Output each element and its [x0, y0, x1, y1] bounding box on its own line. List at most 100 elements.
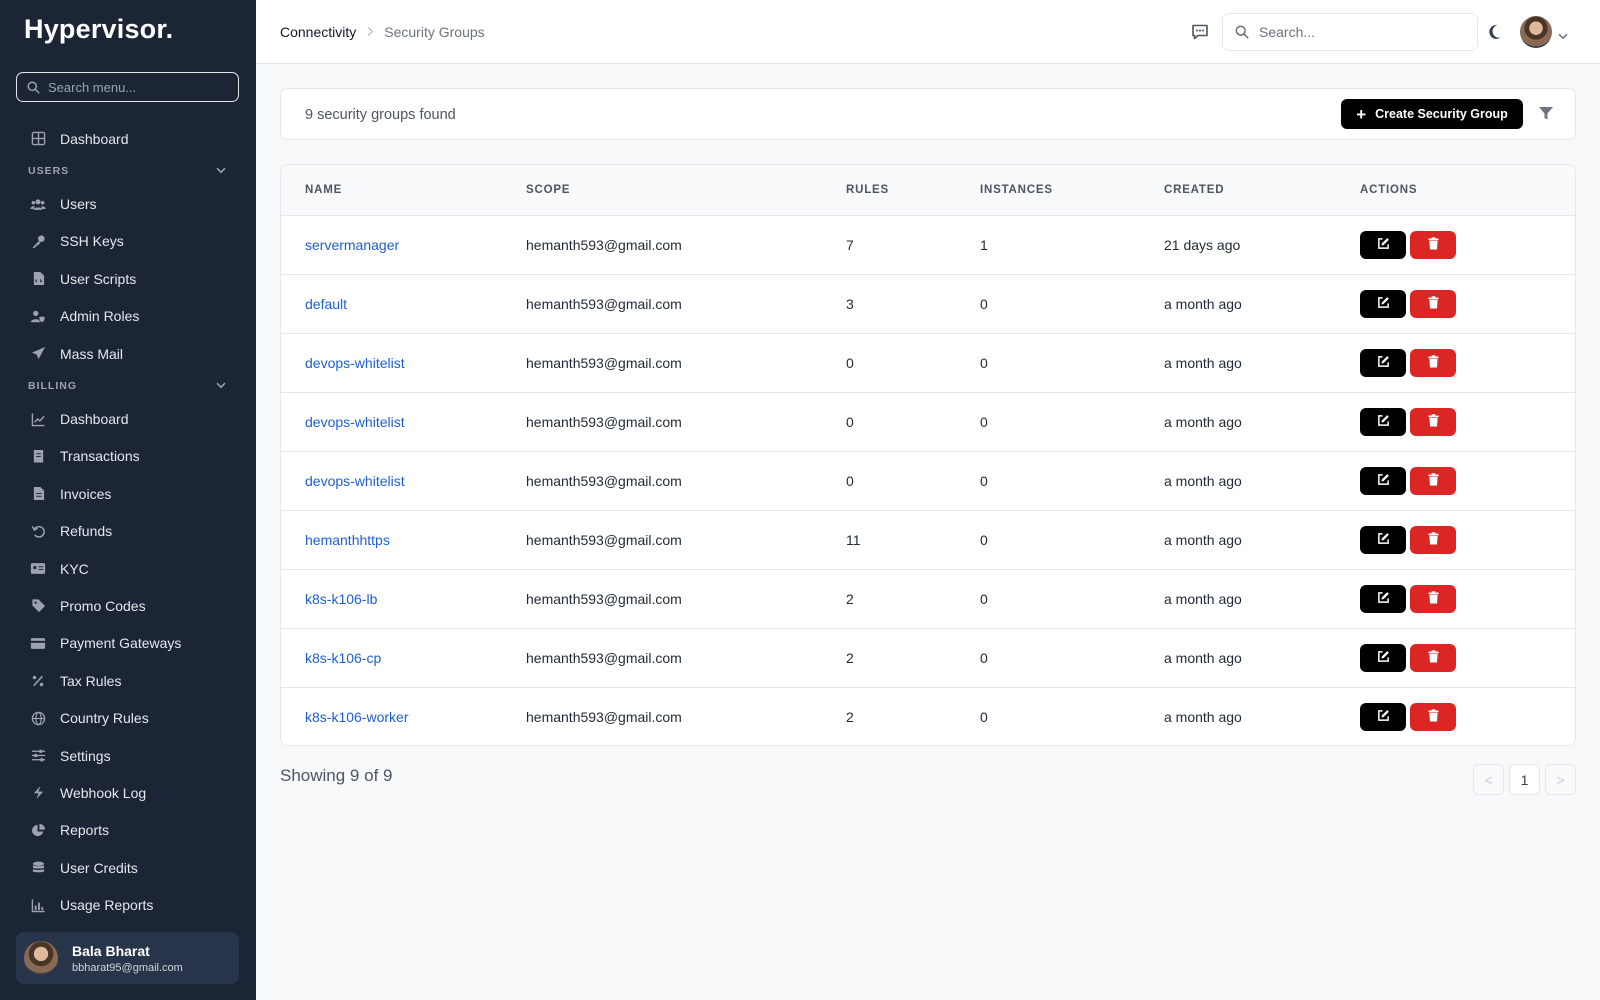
breadcrumb: Connectivity Security Groups: [280, 24, 485, 40]
filter-icon[interactable]: [1538, 106, 1554, 124]
sidebar-item-billing-promo-codes[interactable]: Promo Codes: [0, 587, 256, 624]
grid-icon: [30, 131, 46, 147]
cell-rules: 0: [846, 392, 980, 452]
column-header-instances: INSTANCES: [980, 165, 1164, 216]
user-email: bbharat95@gmail.com: [72, 961, 183, 974]
delete-button[interactable]: [1410, 584, 1456, 613]
security-group-link[interactable]: hemanthhttps: [305, 532, 390, 548]
security-group-link[interactable]: k8s-k106-worker: [305, 709, 408, 725]
edit-button[interactable]: [1360, 525, 1406, 554]
moon-icon[interactable]: [1488, 23, 1506, 44]
create-button-label: Create Security Group: [1375, 107, 1508, 121]
breadcrumb-connectivity[interactable]: Connectivity: [280, 24, 356, 40]
security-group-link[interactable]: k8s-k106-lb: [305, 591, 377, 607]
delete-button[interactable]: [1410, 348, 1456, 377]
cell-created: a month ago: [1164, 451, 1360, 511]
edit-button[interactable]: [1360, 348, 1406, 377]
security-group-link[interactable]: devops-whitelist: [305, 414, 405, 430]
sidebar-item-mass-mail[interactable]: Mass Mail: [0, 335, 256, 372]
header-avatar[interactable]: [1520, 16, 1552, 48]
edit-button[interactable]: [1360, 230, 1406, 259]
cell-rules: 0: [846, 333, 980, 393]
sidebar-item-billing-settings[interactable]: Settings: [0, 737, 256, 774]
sidebar-item-label: Reports: [60, 822, 110, 839]
delete-button[interactable]: [1410, 643, 1456, 672]
cell-rules: 2: [846, 708, 854, 725]
pagination-next-button[interactable]: >: [1545, 764, 1576, 795]
edit-button[interactable]: [1360, 407, 1406, 436]
sidebar-section-billing[interactable]: BILLING: [0, 372, 256, 400]
pagination-page-1[interactable]: 1: [1509, 764, 1540, 795]
sidebar-item-billing-kyc[interactable]: KYC: [0, 550, 256, 587]
pagination-prev-button[interactable]: <: [1473, 764, 1504, 795]
chevron-right-icon: [366, 24, 374, 40]
chevron-down-icon[interactable]: [1558, 27, 1568, 43]
chevron-down-icon: [216, 165, 226, 177]
cell-scope: hemanth593@gmail.com: [526, 569, 846, 629]
sidebar-item-billing-payment-gateways[interactable]: Payment Gateways: [0, 625, 256, 662]
sidebar-item-billing-country-rules[interactable]: Country Rules: [0, 699, 256, 736]
security-group-link[interactable]: devops-whitelist: [305, 473, 405, 489]
edit-button[interactable]: [1360, 643, 1406, 672]
bar-chart-icon: [30, 897, 46, 913]
chat-icon[interactable]: [1190, 22, 1210, 45]
security-group-link[interactable]: k8s-k106-cp: [305, 650, 381, 666]
delete-button[interactable]: [1410, 289, 1456, 318]
sidebar-item-billing-invoices[interactable]: Invoices: [0, 475, 256, 512]
security-group-link[interactable]: default: [305, 296, 347, 312]
delete-button[interactable]: [1410, 407, 1456, 436]
sidebar-item-label: Refunds: [60, 523, 113, 540]
cell-rules: 0: [846, 451, 980, 511]
trash-icon: [1427, 531, 1439, 548]
sidebar-item-billing-tax-rules[interactable]: Tax Rules: [0, 662, 256, 699]
cell-scope: hemanth593@gmail.com: [526, 451, 846, 511]
cell-name: hemanthhttps: [281, 510, 526, 570]
sidebar-section-title: BILLING: [28, 380, 77, 393]
sidebar-section-users[interactable]: USERS: [0, 157, 256, 185]
security-groups-table: NAME SCOPE RULES INSTANCES CREATED ACTIO…: [280, 164, 1576, 746]
coins-icon: [30, 860, 46, 876]
sidebar-item-billing-dashboard[interactable]: Dashboard: [0, 400, 256, 437]
sidebar-item-user-scripts[interactable]: User Scripts: [0, 260, 256, 297]
cell-scope: hemanth593@gmail.com: [526, 274, 846, 334]
user-profile-card[interactable]: Bala Bharat bbharat95@gmail.com: [16, 932, 239, 984]
security-group-link[interactable]: devops-whitelist: [305, 355, 405, 371]
cell-instances: 0: [980, 333, 1164, 393]
invoice-icon: [30, 486, 46, 502]
security-group-link[interactable]: servermanager: [305, 237, 399, 253]
users-icon: [30, 196, 46, 212]
delete-button[interactable]: [1410, 230, 1456, 259]
bolt-icon: [30, 785, 46, 801]
sidebar-item-billing-user-credits[interactable]: User Credits: [0, 849, 256, 886]
sidebar-item-admin-roles[interactable]: Admin Roles: [0, 298, 256, 335]
sidebar-item-billing-reports[interactable]: Reports: [0, 812, 256, 849]
edit-button[interactable]: [1360, 289, 1406, 318]
sidebar-item-dashboard[interactable]: Dashboard: [0, 120, 256, 157]
cell-scope: hemanth593@gmail.com: [526, 510, 846, 570]
delete-button[interactable]: [1410, 466, 1456, 495]
trash-icon: [1427, 236, 1439, 253]
sidebar-item-billing-usage-reports[interactable]: Usage Reports: [0, 886, 256, 923]
sidebar-search[interactable]: [16, 72, 239, 102]
cell-name: k8s-k106-lb: [281, 569, 526, 629]
sidebar-item-billing-webhook-log[interactable]: Webhook Log: [0, 774, 256, 811]
header-search[interactable]: [1222, 13, 1478, 51]
delete-button[interactable]: [1410, 702, 1456, 731]
sidebar-item-label: User Credits: [60, 859, 138, 876]
edit-button[interactable]: [1360, 466, 1406, 495]
sidebar-item-ssh-keys[interactable]: SSH Keys: [0, 223, 256, 260]
sidebar-item-billing-transactions[interactable]: Transactions: [0, 438, 256, 475]
sidebar-item-label: Dashboard: [60, 411, 129, 428]
cell-actions: [1360, 687, 1575, 745]
delete-button[interactable]: [1410, 525, 1456, 554]
edit-button[interactable]: [1360, 702, 1406, 731]
sidebar-item-billing-refunds[interactable]: Refunds: [0, 513, 256, 550]
percent-icon: [30, 673, 46, 689]
edit-button[interactable]: [1360, 584, 1406, 613]
create-security-group-button[interactable]: + Create Security Group: [1341, 99, 1523, 129]
sidebar-item-label: User Scripts: [60, 270, 137, 287]
sidebar-search-input[interactable]: [48, 79, 218, 95]
edit-icon: [1377, 414, 1390, 430]
sidebar-item-users[interactable]: Users: [0, 185, 256, 222]
header-search-input[interactable]: [1259, 24, 1459, 40]
